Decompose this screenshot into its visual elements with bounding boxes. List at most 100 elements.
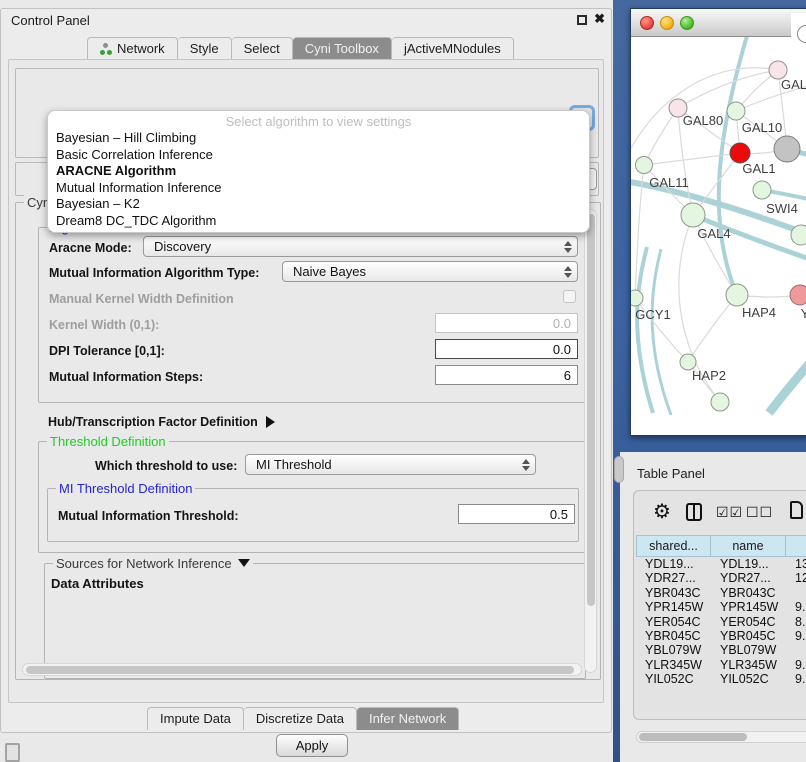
network-node-gcy1[interactable] [631, 290, 643, 306]
table-row[interactable]: YBR045CYBR045C9. [636, 629, 806, 643]
mi-threshold-label: Mutual Information Threshold: [58, 509, 239, 523]
settings-vertical-scrollbar-thumb[interactable] [587, 214, 595, 606]
network-edge[interactable] [644, 108, 678, 165]
which-threshold-combo[interactable]: MI Threshold [245, 454, 536, 475]
split-pane-divider-handle[interactable] [614, 456, 624, 483]
table-row[interactable]: YBL079WYBL079W [636, 643, 806, 657]
table-cell: YBR045C [711, 629, 786, 643]
cyni-bottom-tabs: Impute DataDiscretize DataInfer Network [147, 707, 459, 730]
table-row[interactable]: YPR145WYPR145W9. [636, 600, 806, 614]
network-edge-highlighted[interactable] [769, 357, 806, 413]
table-cell: YDR27... [636, 571, 711, 585]
network-node-gal4[interactable] [681, 203, 705, 227]
network-edge[interactable] [644, 153, 740, 165]
mi-type-value: Naive Bayes [293, 264, 366, 279]
table-horizontal-scrollbar-thumb[interactable] [639, 733, 747, 741]
network-node-salmon-r[interactable] [790, 285, 806, 305]
tab-label: Cyni Toolbox [305, 41, 379, 56]
table-row[interactable]: YBR043CYBR043C [636, 586, 806, 600]
table-cell: YIL052C [711, 672, 786, 686]
tab-network[interactable]: Network [87, 37, 178, 60]
table-row[interactable]: YDL19...YDL19...13 [636, 557, 806, 571]
hub-definition-toggle[interactable]: Hub/Transcription Factor Definition [48, 415, 275, 429]
network-edge[interactable] [688, 295, 737, 362]
algorithm-option[interactable]: Bayesian – Hill Climbing [56, 130, 581, 147]
column-header[interactable]: shared... [636, 535, 711, 557]
manual-kernel-checkbox[interactable] [563, 290, 576, 303]
aracne-mode-combo[interactable]: Discovery [143, 236, 578, 257]
column-header[interactable]: name [711, 535, 786, 557]
mi-steps-label: Mutual Information Steps: [49, 370, 203, 384]
tab-cyni-toolbox[interactable]: Cyni Toolbox [293, 37, 392, 60]
algorithm-dropdown-open[interactable]: Select algorithm to view settings Bayesi… [47, 110, 590, 233]
float-panel-icon[interactable] [577, 15, 587, 25]
table-body[interactable]: YDL19...YDL19...13YDR27...YDR27...12YBR0… [636, 557, 806, 687]
algorithm-option[interactable]: Mutual Information Inference [56, 180, 581, 197]
dpi-tolerance-label: DPI Tolerance [0,1]: [49, 344, 165, 358]
mac-minimize-button[interactable] [660, 16, 674, 30]
minimized-panel-icon[interactable] [5, 743, 20, 762]
network-node-big-gray[interactable] [774, 136, 800, 162]
settings-horizontal-scrollbar[interactable] [22, 663, 582, 676]
algorithm-option[interactable]: Dream8 DC_TDC Algorithm [56, 213, 581, 230]
mac-zoom-button[interactable] [680, 16, 694, 30]
node-label-gal1: GAL1 [742, 161, 775, 176]
table-cell: YLR345W [636, 658, 711, 672]
tab-discretize-data[interactable]: Discretize Data [244, 707, 357, 730]
network-node-swi4[interactable] [753, 181, 771, 199]
expanded-arrow-icon [238, 559, 250, 567]
tab-infer-network[interactable]: Infer Network [357, 707, 459, 730]
dpi-tolerance-field[interactable]: 0.0 [435, 339, 578, 359]
algorithm-options-list: Bayesian – Hill ClimbingBasic Correlatio… [56, 130, 581, 229]
algorithm-option[interactable]: Basic Correlation Inference [56, 147, 581, 164]
network-tab-icon [100, 43, 112, 55]
kernel-width-field[interactable]: 0.0 [435, 313, 578, 333]
node-label-gcy1: GCY1 [635, 307, 670, 322]
network-node-bottom[interactable] [711, 393, 729, 411]
column-header[interactable] [786, 535, 806, 557]
deselect-all-checkboxes-icon[interactable]: ☐☐ [746, 504, 773, 521]
node-label-gal4: GAL4 [697, 226, 730, 241]
new-table-icon[interactable] [790, 501, 803, 519]
settings-vertical-scrollbar[interactable] [584, 209, 597, 673]
mi-algorithm-type-combo[interactable]: Naive Bayes [282, 261, 578, 282]
node-label-salmon-r: Y [801, 306, 806, 321]
network-node-gal11[interactable] [636, 157, 653, 174]
table-row[interactable]: YER054CYER054C8. [636, 615, 806, 629]
columns-icon[interactable] [686, 503, 702, 521]
apply-button[interactable]: Apply [276, 734, 348, 757]
network-node-green-r[interactable] [791, 225, 806, 245]
network-window-titlebar[interactable] [631, 9, 806, 37]
collapsed-arrow-icon [266, 416, 275, 428]
sources-group-title[interactable]: Sources for Network Inference [53, 556, 253, 571]
algorithm-option[interactable]: Bayesian – K2 [56, 196, 581, 213]
table-row[interactable]: YIL052CYIL052C9. [636, 672, 806, 686]
network-node-gal10[interactable] [727, 102, 745, 120]
mi-steps-field[interactable]: 6 [435, 365, 578, 385]
mi-threshold-field[interactable]: 0.5 [458, 504, 575, 524]
which-threshold-value: MI Threshold [256, 457, 332, 472]
close-panel-icon[interactable]: ✖ [594, 11, 605, 27]
select-all-checkboxes-icon[interactable]: ☑☑ [716, 504, 743, 521]
algorithm-option[interactable]: ARACNE Algorithm [56, 163, 581, 180]
tab-select[interactable]: Select [232, 37, 293, 60]
gear-icon[interactable]: ⚙ [653, 501, 671, 523]
tab-style[interactable]: Style [178, 37, 232, 60]
hub-definition-label: Hub/Transcription Factor Definition [48, 415, 258, 429]
settings-horizontal-scrollbar-thumb[interactable] [26, 666, 574, 674]
mac-close-button[interactable] [640, 16, 654, 30]
cyni-toolbox-content: Select algorithm to view settings Bayesi… [8, 59, 604, 703]
table-cell: 12 [786, 571, 806, 585]
network-node-gal1[interactable] [730, 143, 750, 163]
network-node-hap4[interactable] [726, 284, 748, 306]
network-canvas[interactable]: GALGAL80GAL10GAL1GAL11SWI4GAL4GCY1HAP4YH… [631, 37, 806, 435]
table-header-row[interactable]: shared...name [636, 535, 806, 557]
table-row[interactable]: YDR27...YDR27...12 [636, 571, 806, 585]
tab-impute-data[interactable]: Impute Data [147, 707, 244, 730]
tab-jactivemnodules[interactable]: jActiveMNodules [392, 37, 514, 60]
network-edge-highlighted[interactable] [637, 247, 653, 413]
control-panel-window: Control Panel ✖ NetworkStyleSelectCyni T… [0, 8, 612, 733]
table-horizontal-scrollbar[interactable] [636, 731, 806, 743]
table-row[interactable]: YLR345WYLR345W9. [636, 658, 806, 672]
network-view-window[interactable]: GALGAL80GAL10GAL1GAL11SWI4GAL4GCY1HAP4YH… [630, 8, 806, 436]
